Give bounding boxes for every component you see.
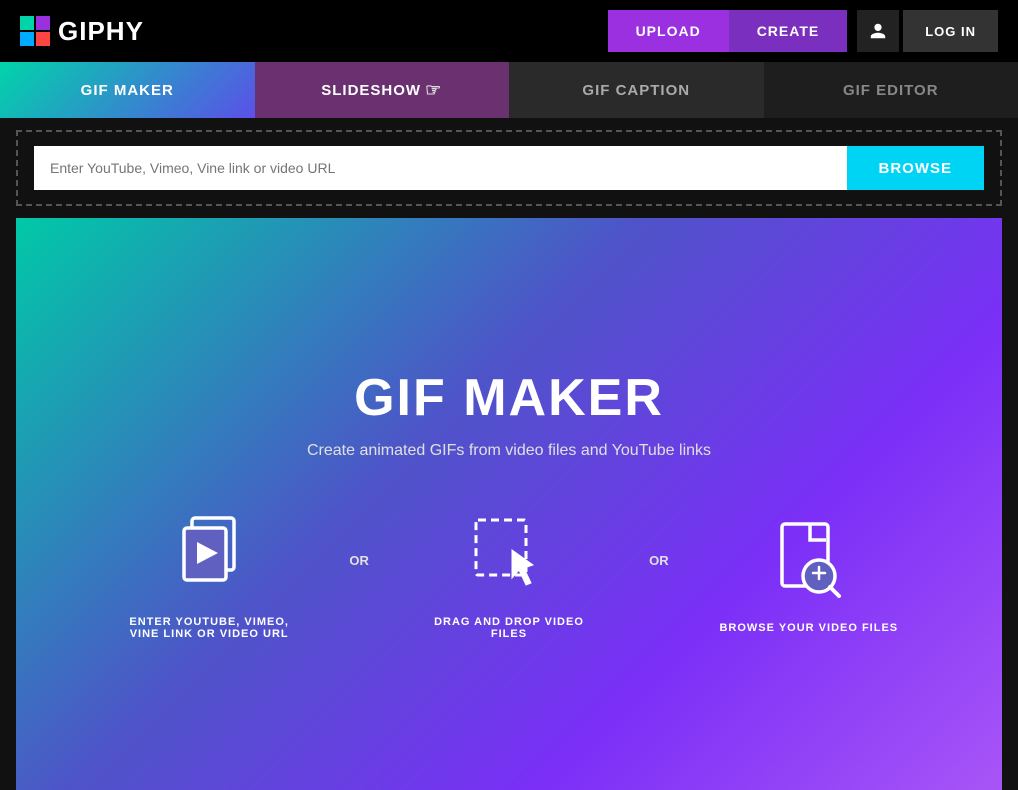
icon-enter-url: ENTER YOUTUBE, VIMEO,VINE LINK OR VIDEO … [119, 510, 299, 640]
icon-browse-files: BROWSE YOUR VIDEO FILES [719, 516, 899, 634]
icons-row: ENTER YOUTUBE, VIMEO,VINE LINK OR VIDEO … [119, 510, 899, 640]
or-separator-1: OR [339, 553, 379, 568]
drag-drop-label: DRAG AND DROP VIDEOFILES [434, 616, 584, 640]
drag-drop-icon [464, 510, 554, 600]
cursor-icon: ☞ [425, 80, 442, 101]
login-button[interactable]: LOG IN [903, 10, 998, 52]
main-title: GIF MAKER [354, 368, 664, 428]
main-content: GIF MAKER Create animated GIFs from vide… [16, 218, 1002, 790]
upload-button[interactable]: UPLOAD [608, 10, 729, 52]
main-subtitle: Create animated GIFs from video files an… [307, 442, 711, 460]
user-icon-button[interactable] [857, 10, 899, 52]
logo-icon [20, 16, 50, 46]
browse-files-icon [764, 516, 854, 606]
logo-text: GIPHY [58, 16, 144, 47]
enter-url-label: ENTER YOUTUBE, VIMEO,VINE LINK OR VIDEO … [129, 616, 289, 640]
user-icon [869, 22, 887, 40]
icon-drag-drop: DRAG AND DROP VIDEOFILES [419, 510, 599, 640]
browse-files-label: BROWSE YOUR VIDEO FILES [719, 622, 898, 634]
tab-gif-editor[interactable]: GIF EDITOR [764, 62, 1018, 118]
or-separator-2: OR [639, 553, 679, 568]
tab-slideshow[interactable]: SLIDESHOW ☞ [255, 62, 510, 118]
logo-area: GIPHY [20, 16, 592, 47]
header: GIPHY UPLOAD CREATE LOG IN [0, 0, 1018, 62]
tab-gif-caption[interactable]: GIF CAPTION [509, 62, 764, 118]
tabs-row: GIF MAKER SLIDESHOW ☞ GIF CAPTION GIF ED… [0, 62, 1018, 118]
upload-area: BROWSE [16, 130, 1002, 206]
header-right: UPLOAD CREATE LOG IN [608, 10, 998, 52]
create-button[interactable]: CREATE [729, 10, 848, 52]
browse-button[interactable]: BROWSE [847, 146, 985, 190]
url-input[interactable] [34, 146, 847, 190]
tab-gif-maker[interactable]: GIF MAKER [0, 62, 255, 118]
video-link-icon [164, 510, 254, 600]
